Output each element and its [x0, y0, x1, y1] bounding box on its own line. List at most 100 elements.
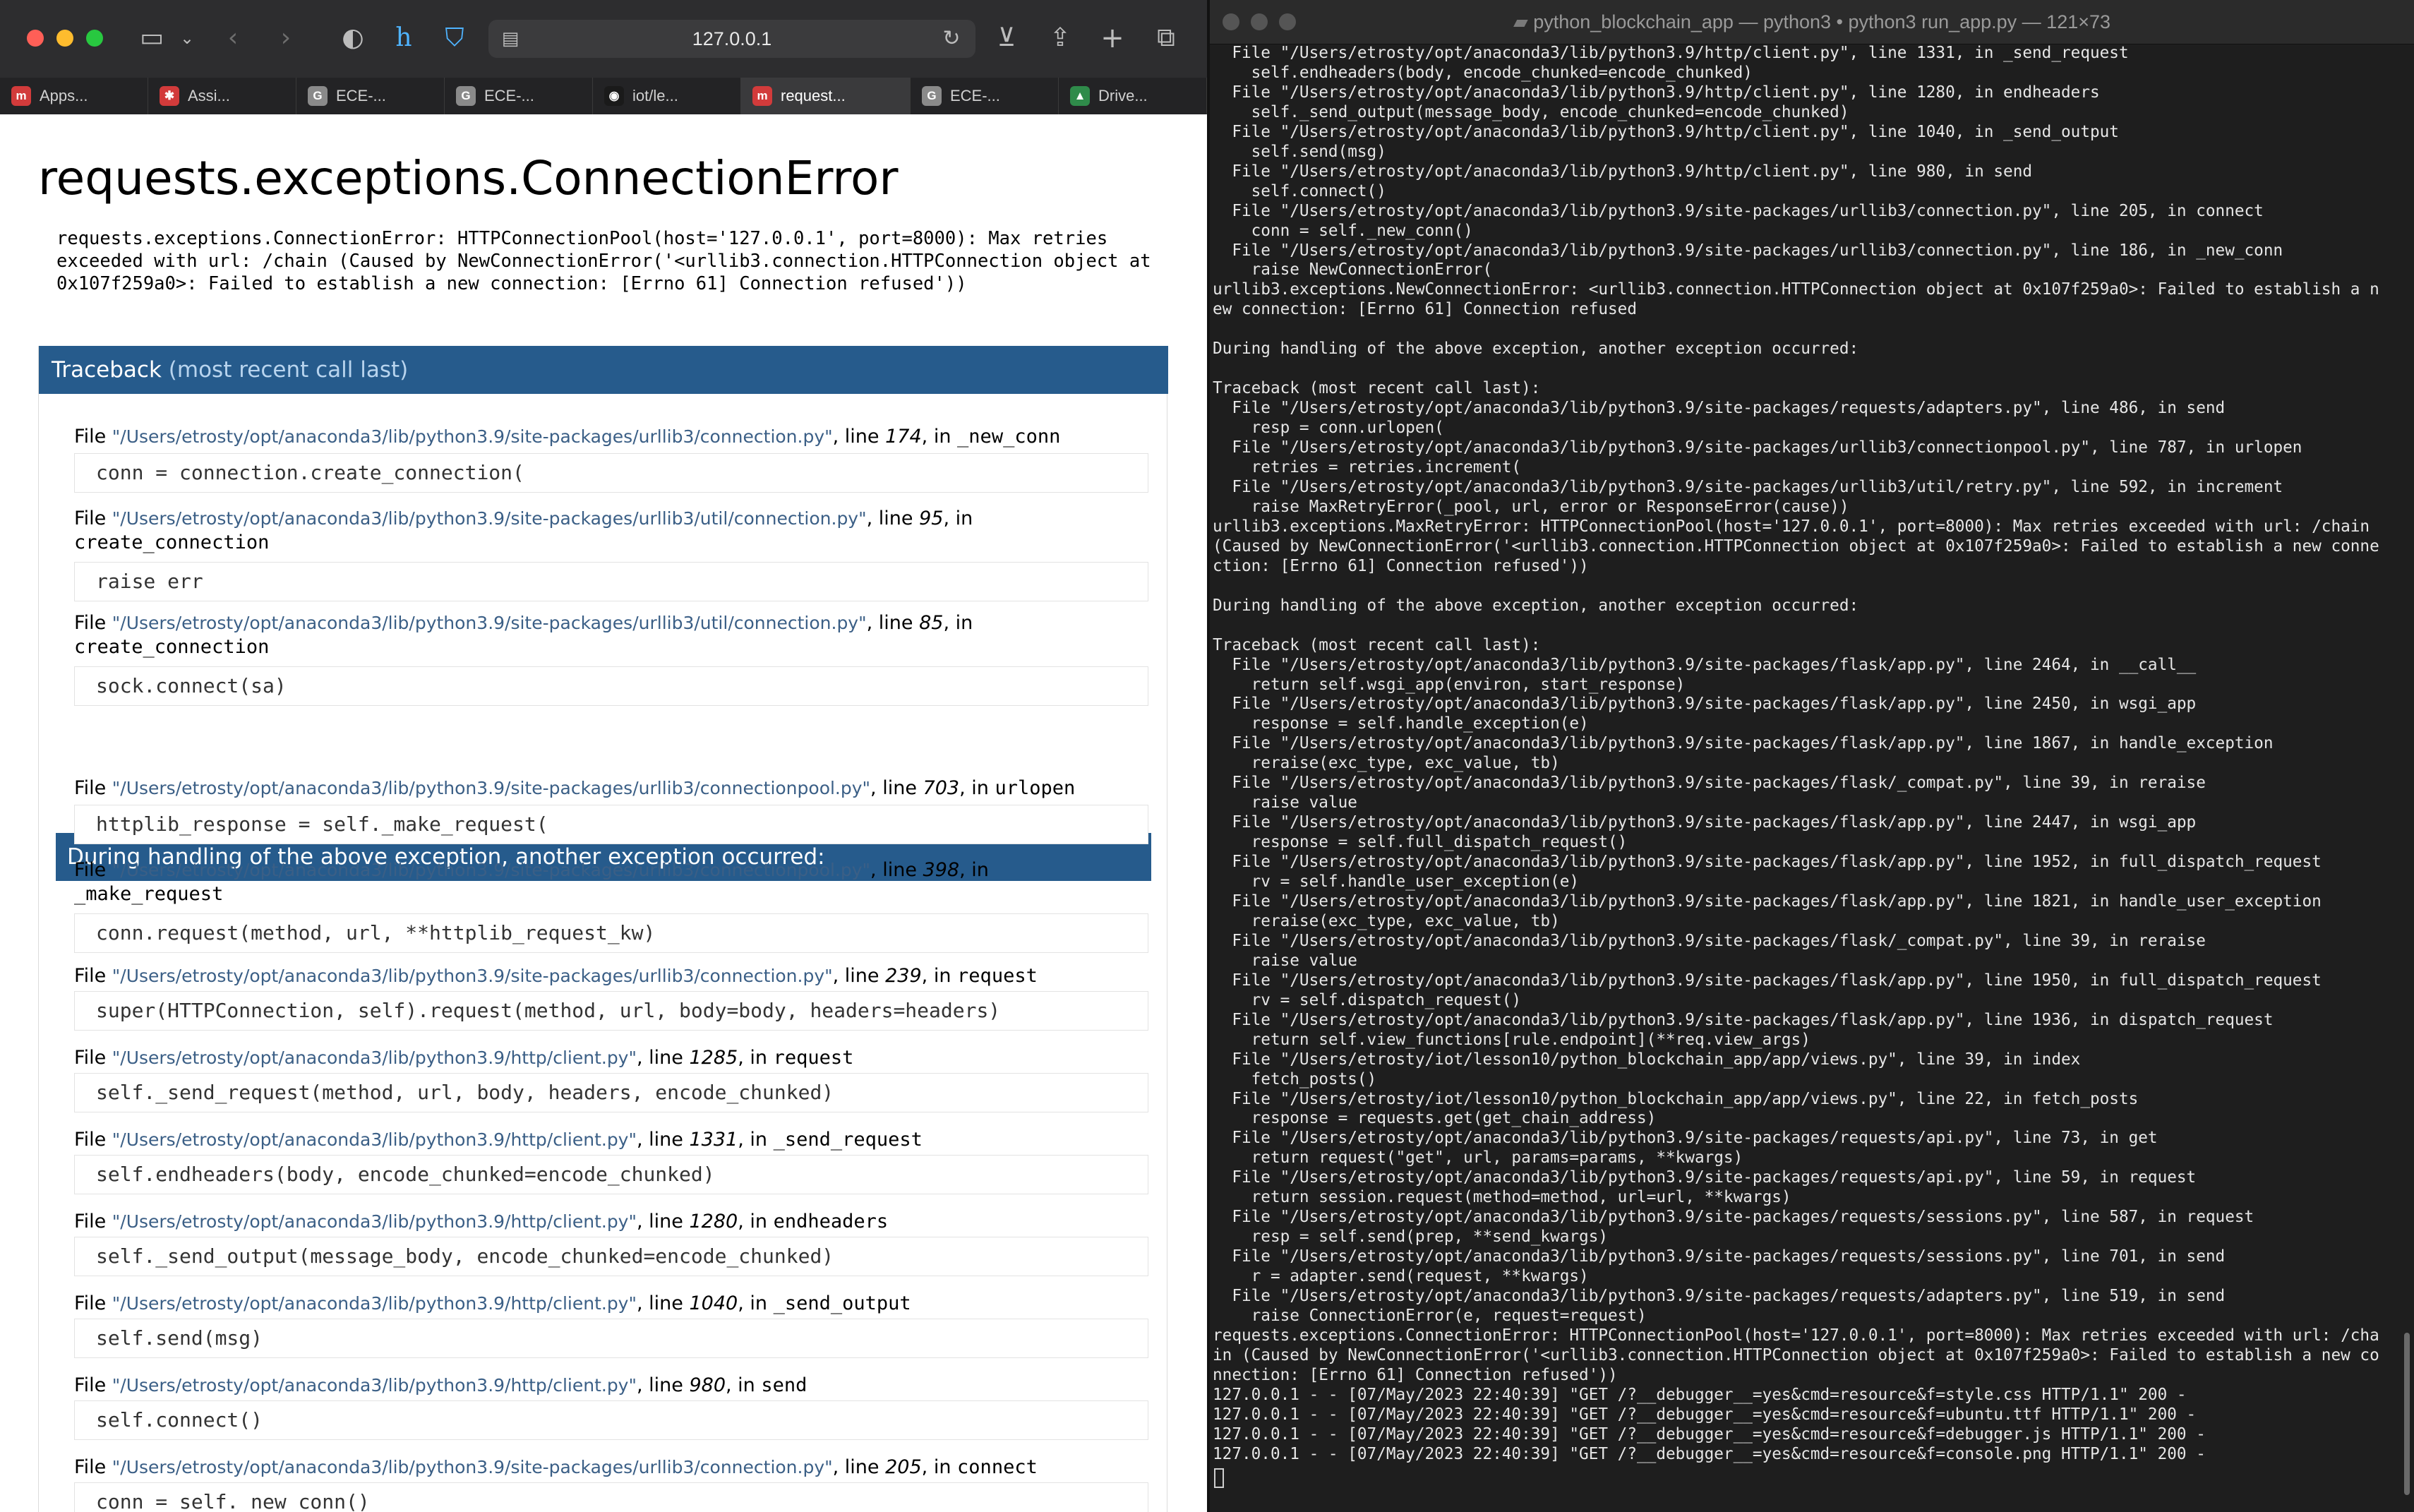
frame-source-line[interactable]: conn.request(method, url, **httplib_requ…	[74, 913, 1148, 953]
frame-file-path[interactable]: "/Users/etrosty/opt/anaconda3/lib/python…	[112, 1129, 637, 1150]
close-window-button[interactable]	[27, 30, 44, 47]
frame-source-line[interactable]: super(HTTPConnection, self).request(meth…	[74, 991, 1148, 1031]
traceback-header[interactable]: Traceback (most recent call last)	[39, 346, 1168, 394]
frame-function-name: urlopen	[995, 777, 1076, 799]
frame-file-path[interactable]: "/Users/etrosty/opt/anaconda3/lib/python…	[112, 1375, 637, 1396]
frame-location: File "/Users/etrosty/opt/anaconda3/lib/p…	[74, 858, 1175, 906]
frame-line-label: , line	[866, 508, 920, 529]
frame-location: File "/Users/etrosty/opt/anaconda3/lib/p…	[74, 964, 1175, 988]
frame-file-path[interactable]: "/Users/etrosty/opt/anaconda3/lib/python…	[112, 426, 833, 447]
frame-file-label: File	[74, 965, 112, 987]
frame-line-label: , line	[636, 1047, 690, 1069]
share-icon[interactable]: ⇪	[1045, 20, 1076, 56]
terminal-titlebar: ▰ python_blockchain_app — python3 • pyth…	[1210, 0, 2414, 44]
frame-in-label: , in	[943, 612, 973, 634]
address-bar[interactable]: ▤ 127.0.0.1 ↻	[488, 20, 975, 58]
sidebar-toggle-icon[interactable]: ▭	[134, 20, 169, 56]
frame-function-name: _new_conn	[957, 426, 1061, 448]
browser-tab[interactable]: G ECE-...	[296, 78, 445, 114]
frame-file-path[interactable]: "/Users/etrosty/opt/anaconda3/lib/python…	[112, 1048, 637, 1068]
tab-label: Assi...	[188, 87, 230, 104]
terminal-line: rv = self.dispatch_request()	[1213, 990, 1522, 1009]
frame-line-number: 980	[689, 1374, 726, 1396]
frame-source-line[interactable]: conn = self._new_conn()	[74, 1482, 1148, 1512]
tab-favicon-icon: m	[752, 86, 772, 106]
frame-source-line[interactable]: self._send_output(message_body, encode_c…	[74, 1237, 1148, 1276]
frame-file-path[interactable]: "/Users/etrosty/opt/anaconda3/lib/python…	[112, 1211, 637, 1232]
browser-tab[interactable]: ◉ iot/le...	[593, 78, 741, 114]
frame-file-path[interactable]: "/Users/etrosty/opt/anaconda3/lib/python…	[112, 966, 833, 986]
browser-tab[interactable]: G ECE-...	[911, 78, 1059, 114]
extension-h-icon[interactable]: h	[388, 20, 419, 56]
frame-line-label: , line	[832, 1456, 886, 1478]
frame-line-number: 703	[923, 777, 960, 799]
frame-line-label: , line	[636, 1292, 690, 1314]
minimize-window-button[interactable]	[56, 30, 73, 47]
terminal-line: response = self.handle_exception(e)	[1213, 714, 1589, 733]
frame-in-label: , in	[959, 777, 995, 799]
frame-file-label: File	[74, 508, 112, 529]
frame-file-path[interactable]: "/Users/etrosty/opt/anaconda3/lib/python…	[112, 1457, 833, 1477]
forward-button-icon[interactable]: ›	[272, 20, 300, 56]
tab-label: request...	[781, 87, 846, 104]
frame-file-path[interactable]: "/Users/etrosty/opt/anaconda3/lib/python…	[112, 613, 867, 633]
terminal-line: resp = self.send(prep, **send_kwargs)	[1213, 1228, 1609, 1247]
frame-file-path[interactable]: "/Users/etrosty/opt/anaconda3/lib/python…	[112, 508, 867, 529]
reload-icon[interactable]: ↻	[937, 20, 966, 57]
browser-toolbar: ▭ ⌄ ‹ › ◐ h ⛉ ▤ 127.0.0.1 ↻ ⊻ ⇪ + ⧉	[0, 0, 1207, 78]
frame-file-path[interactable]: "/Users/etrosty/opt/anaconda3/lib/python…	[112, 1293, 637, 1314]
frame-source-line[interactable]: self._send_request(method, url, body, he…	[74, 1073, 1148, 1112]
frame-source-line[interactable]: conn = connection.create_connection(	[74, 453, 1148, 493]
frame-source-line[interactable]: raise err	[74, 562, 1148, 601]
terminal-cursor	[1214, 1468, 1224, 1488]
frame-in-label: , in	[921, 965, 958, 987]
frame-line-number: 1285	[689, 1047, 738, 1069]
browser-tab[interactable]: m Apps...	[0, 78, 148, 114]
browser-tab[interactable]: ▲ Drive...	[1059, 78, 1207, 114]
frame-source-line[interactable]: self.connect()	[74, 1400, 1148, 1440]
browser-tab[interactable]: ✱ Assi...	[148, 78, 296, 114]
frame-file-label: File	[74, 1129, 112, 1151]
error-page: requests.exceptions.ConnectionError requ…	[0, 114, 1207, 1512]
terminal-line: File "/Users/etrosty/opt/anaconda3/lib/p…	[1213, 1287, 2226, 1306]
password-shield-icon[interactable]: ⛉	[439, 20, 470, 56]
tab-overview-icon[interactable]: ⧉	[1151, 20, 1182, 56]
frame-function-name: endheaders	[773, 1211, 889, 1232]
frame-file-path[interactable]: "/Users/etrosty/opt/anaconda3/lib/python…	[112, 860, 870, 880]
download-icon[interactable]: ⊻	[991, 20, 1022, 56]
terminal-line: r = adapter.send(request, **kwargs)	[1213, 1267, 1589, 1286]
privacy-shield-icon[interactable]: ◐	[337, 20, 368, 56]
terminal-title: python_blockchain_app — python3 • python…	[1533, 11, 2111, 32]
terminal-line: self._send_output(message_body, encode_c…	[1213, 102, 1849, 121]
chevron-down-icon[interactable]: ⌄	[176, 20, 198, 56]
url-text[interactable]: 127.0.0.1	[488, 20, 975, 58]
back-button-icon[interactable]: ‹	[219, 20, 247, 56]
terminal-line: raise value	[1213, 793, 1357, 812]
frame-file-label: File	[74, 1292, 112, 1314]
browser-tab[interactable]: G ECE-...	[445, 78, 593, 114]
frame-line-label: , line	[870, 859, 923, 881]
frame-in-label: , in	[738, 1292, 774, 1314]
frame-source-line[interactable]: self.endheaders(body, encode_chunked=enc…	[74, 1155, 1148, 1194]
frame-function-name: _send_request	[773, 1129, 923, 1151]
zoom-window-button[interactable]	[86, 30, 103, 47]
tab-label: iot/le...	[632, 87, 678, 104]
frame-line-label: , line	[636, 1374, 690, 1396]
terminal-line: File "/Users/etrosty/opt/anaconda3/lib/p…	[1213, 774, 2206, 793]
terminal-window[interactable]: ▰ python_blockchain_app — python3 • pyth…	[1210, 0, 2414, 1512]
frame-line-number: 205	[885, 1456, 922, 1478]
terminal-scrollbar[interactable]	[2404, 1333, 2410, 1495]
frame-source-line[interactable]: sock.connect(sa)	[74, 666, 1148, 706]
browser-tab[interactable]: m request...	[741, 78, 911, 114]
frame-line-number: 95	[919, 508, 944, 529]
frame-file-path[interactable]: "/Users/etrosty/opt/anaconda3/lib/python…	[112, 778, 870, 798]
terminal-output[interactable]: File "/Users/etrosty/opt/anaconda3/lib/p…	[1213, 44, 2406, 1484]
frame-line-label: , line	[870, 777, 923, 799]
terminal-line: File "/Users/etrosty/opt/anaconda3/lib/p…	[1213, 122, 2119, 141]
terminal-line: ction: [Errno 61] Connection refused'))	[1213, 556, 1589, 575]
terminal-line: File "/Users/etrosty/opt/anaconda3/lib/p…	[1213, 655, 2197, 674]
frame-source-line[interactable]: httplib_response = self._make_request(	[74, 805, 1148, 844]
terminal-line: return session.request(method=method, ur…	[1213, 1188, 1791, 1207]
frame-source-line[interactable]: self.send(msg)	[74, 1319, 1148, 1358]
new-tab-icon[interactable]: +	[1097, 20, 1128, 56]
